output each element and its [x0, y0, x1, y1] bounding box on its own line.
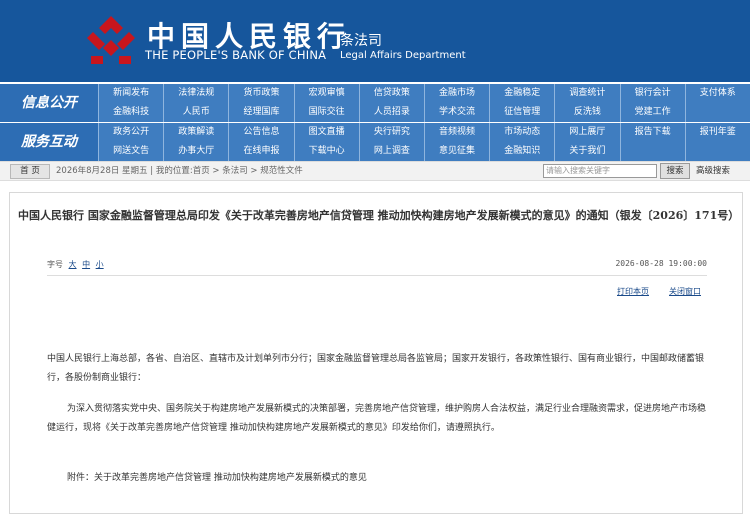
site-header: 中国人民银行 THE PEOPLE'S BANK OF CHINA 条法司 Le…: [0, 0, 750, 82]
service-nav-item-19: [684, 142, 750, 161]
info-section-label: 信息公开: [0, 84, 98, 122]
article-attachment: 附件：关于改革完善房地产信贷管理 推动加快构建房地产发展新模式的意见: [67, 473, 367, 483]
font-size-control: 字号 大 中 小: [47, 259, 104, 270]
breadcrumb-bar: 首 页 2026年8月28日 星期五 | 我的位置:首页 > 条法司 > 规范性…: [0, 161, 750, 181]
info-nav-item-10[interactable]: 金融科技: [98, 103, 163, 122]
service-nav-item-12[interactable]: 在线申报: [228, 142, 293, 161]
info-nav-item-1[interactable]: 法律法规: [163, 84, 228, 103]
service-nav-item-14[interactable]: 网上调查: [358, 142, 424, 161]
service-section-label: 服务互动: [0, 123, 98, 161]
info-nav-item-5[interactable]: 金融市场: [423, 84, 489, 103]
article-title: 中国人民银行 国家金融监督管理总局印发《关于改革完善房地产信贷管理 推动加快构建…: [18, 209, 740, 222]
article-meta: 字号 大 中 小 2026-08-28 19:00:00: [47, 259, 707, 276]
font-size-label: 字号: [47, 260, 63, 269]
service-nav-grid: 政务公开 政策解读 公告信息 图文直播 央行研究 音频视频 市场动态 网上展厅 报告下载 报刊年鉴…: [98, 123, 750, 161]
article-body: 为深入贯彻落实党中央、国务院关于构建房地产发展新模式的决策部署，完善房地产信贷管…: [47, 404, 707, 433]
info-nav-item-12[interactable]: 经理国库: [228, 103, 293, 122]
info-nav-grid: 新闻发布 法律法规 货币政策 宏观审慎 信贷政策 金融市场 金融稳定 调查统计 银行会计 支付体系…: [98, 84, 750, 122]
info-nav-item-14[interactable]: 人员招录: [358, 103, 424, 122]
service-nav-item-18: [619, 142, 685, 161]
info-nav-item-0[interactable]: 新闻发布: [98, 84, 163, 103]
info-nav-item-2[interactable]: 货币政策: [228, 84, 293, 103]
service-nav-item-0[interactable]: 政务公开: [98, 123, 163, 142]
breadcrumb: 2026年8月28日 星期五 | 我的位置:首页 > 条法司 > 规范性文件: [56, 162, 303, 180]
print-page-link[interactable]: 打印本页: [617, 286, 649, 297]
service-nav-item-10[interactable]: 网送文告: [98, 142, 163, 161]
service-nav-item-1[interactable]: 政策解读: [163, 123, 228, 142]
home-button[interactable]: 首 页: [10, 164, 50, 179]
dept-name-en: Legal Affairs Department: [340, 50, 466, 61]
publish-date: 2026-08-28 19:00:00: [615, 259, 707, 268]
info-nav-item-7[interactable]: 调查统计: [554, 84, 619, 103]
breadcrumb-location[interactable]: | 我的位置:首页 > 条法司 > 规范性文件: [150, 166, 302, 176]
service-nav-item-6[interactable]: 市场动态: [489, 123, 554, 142]
info-nav-item-4[interactable]: 信贷政策: [358, 84, 424, 103]
service-nav-item-8[interactable]: 报告下载: [619, 123, 685, 142]
service-nav-item-13[interactable]: 下载中心: [293, 142, 359, 161]
info-nav-item-15[interactable]: 学术交流: [423, 103, 489, 122]
dept-name-zh: 条法司: [340, 33, 382, 49]
font-size-small[interactable]: 小: [96, 260, 104, 269]
info-nav-item-19: [684, 103, 750, 122]
service-nav-row: 服务互动 政务公开 政策解读 公告信息 图文直播 央行研究 音频视频 市场动态 网上展厅 报告下…: [0, 123, 750, 161]
info-nav-item-13[interactable]: 国际交往: [293, 103, 359, 122]
service-nav-item-3[interactable]: 图文直播: [293, 123, 359, 142]
info-nav-item-3[interactable]: 宏观审慎: [293, 84, 359, 103]
current-date: 2026年8月28日 星期五: [56, 166, 148, 176]
bank-name-en: THE PEOPLE'S BANK OF CHINA: [145, 48, 327, 62]
service-nav-item-15[interactable]: 意见征集: [423, 142, 489, 161]
close-window-link[interactable]: 关闭窗口: [669, 286, 701, 297]
search-button[interactable]: 搜索: [660, 163, 690, 179]
pboc-logo-icon[interactable]: [85, 14, 137, 66]
service-nav-item-7[interactable]: 网上展厅: [554, 123, 619, 142]
service-nav-item-5[interactable]: 音频视频: [423, 123, 489, 142]
info-nav-item-6[interactable]: 金融稳定: [489, 84, 554, 103]
info-nav-row: 信息公开 新闻发布 法律法规 货币政策 宏观审慎 信贷政策 金融市场 金融稳定 调查统计 银行会…: [0, 84, 750, 122]
service-nav-item-9[interactable]: 报刊年鉴: [684, 123, 750, 142]
service-nav-item-16[interactable]: 金融知识: [489, 142, 554, 161]
service-nav-item-11[interactable]: 办事大厅: [163, 142, 228, 161]
info-nav-item-18[interactable]: 党建工作: [619, 103, 685, 122]
article-recipients: 中国人民银行上海总部，各省、自治区、直辖市及计划单列市分行；国家金融监督管理总局…: [47, 354, 705, 383]
service-nav-item-4[interactable]: 央行研究: [358, 123, 424, 142]
info-nav-item-8[interactable]: 银行会计: [619, 84, 685, 103]
info-nav-item-16[interactable]: 征信管理: [489, 103, 554, 122]
search-input[interactable]: 请输入搜索关键字: [543, 164, 657, 178]
info-nav-item-17[interactable]: 反洗钱: [554, 103, 619, 122]
font-size-large[interactable]: 大: [69, 260, 77, 269]
service-nav-item-2[interactable]: 公告信息: [228, 123, 293, 142]
article-container: 中国人民银行 国家金融监督管理总局印发《关于改革完善房地产信贷管理 推动加快构建…: [9, 192, 743, 514]
advanced-search-link[interactable]: 高级搜索: [696, 162, 730, 180]
service-nav-item-17[interactable]: 关于我们: [554, 142, 619, 161]
info-nav-item-11[interactable]: 人民币: [163, 103, 228, 122]
font-size-medium[interactable]: 中: [82, 260, 90, 269]
info-nav-item-9[interactable]: 支付体系: [684, 84, 750, 103]
